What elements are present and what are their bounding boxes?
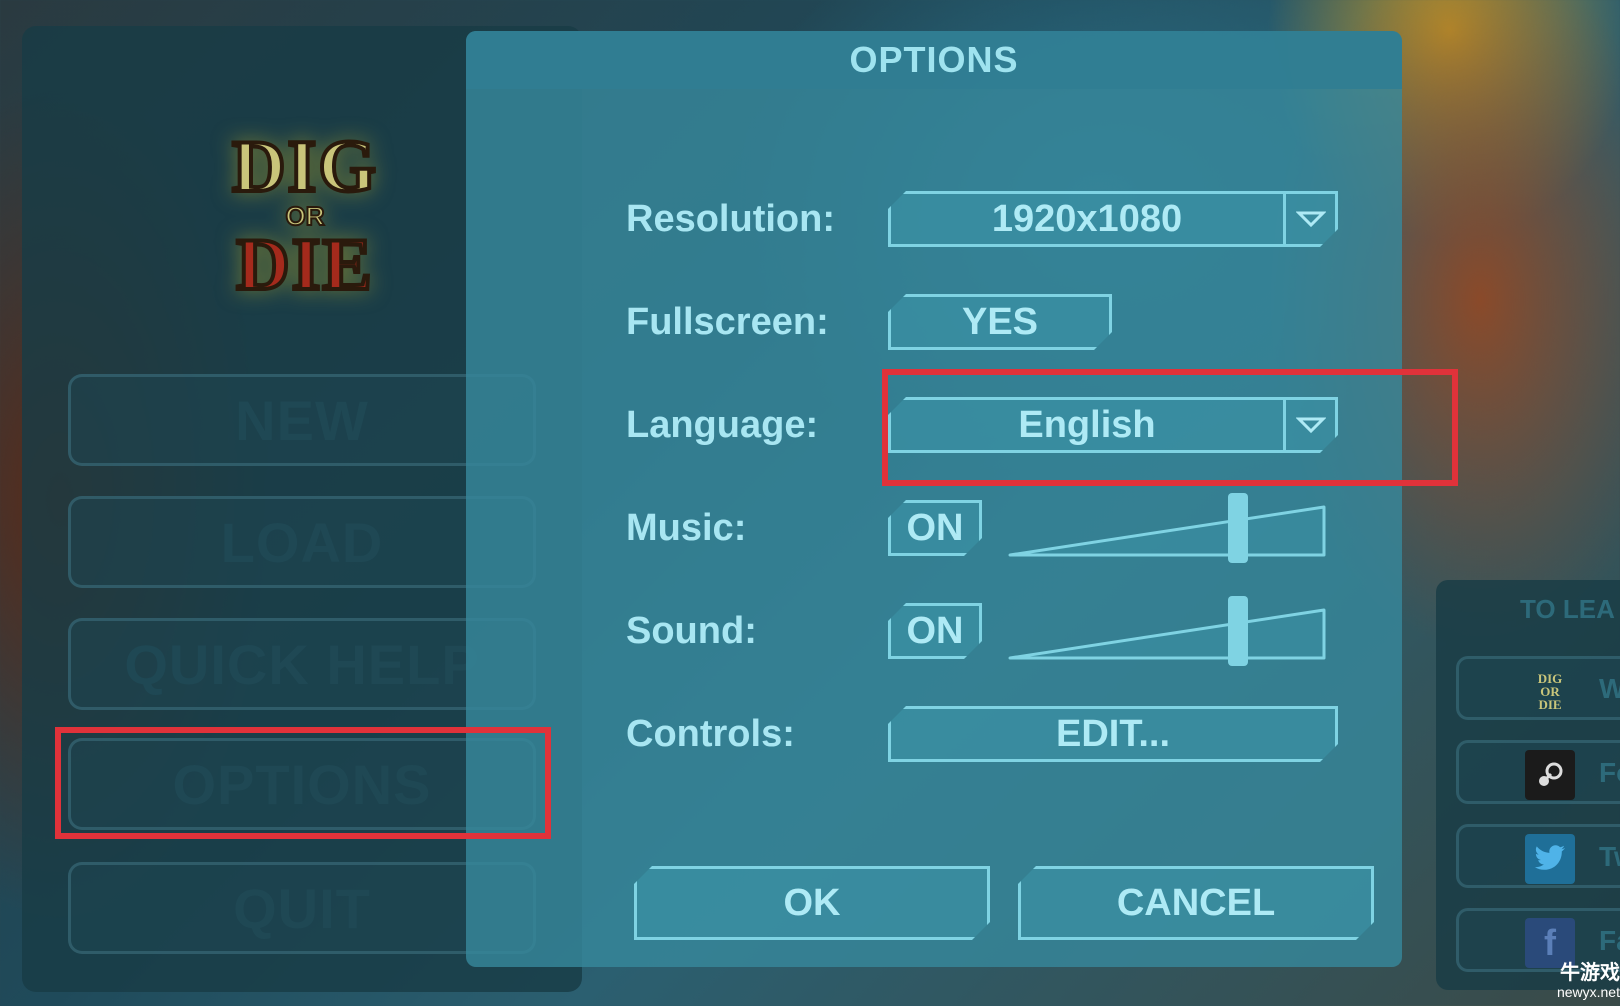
sound-volume-handle[interactable] (1228, 596, 1248, 666)
logo-line-die: DIE (234, 224, 374, 306)
steam-forum-link-text: Fo (1599, 757, 1620, 788)
edit-controls-button[interactable]: EDIT... (888, 706, 1338, 762)
sound-volume-slider[interactable] (1008, 596, 1328, 666)
music-toggle[interactable]: ON (888, 500, 982, 556)
resolution-value: 1920x1080 (991, 197, 1183, 240)
language-label: Language: (626, 403, 819, 446)
language-row-highlight (882, 369, 1458, 486)
watermark-line2: newyx.net (1556, 984, 1620, 1000)
fullscreen-label: Fullscreen: (626, 300, 829, 343)
logo-line-dig: DIG (230, 126, 378, 208)
options-menu-highlight (55, 727, 551, 839)
fullscreen-toggle[interactable]: YES (888, 294, 1112, 350)
sound-label: Sound: (626, 609, 757, 652)
cancel-button[interactable]: CANCEL (1018, 866, 1374, 940)
steam-icon (1525, 750, 1575, 800)
options-dialog: OPTIONS Resolution: 1920x1080 Fullscreen… (466, 31, 1402, 967)
dig-or-die-wiki-icon: DIG OR DIE (1537, 670, 1563, 712)
ok-button[interactable]: OK (634, 866, 990, 940)
music-label: Music: (626, 506, 747, 549)
controls-label: Controls: (626, 712, 795, 755)
twitter-link[interactable]: Tw (1456, 824, 1620, 888)
twitter-icon (1525, 834, 1575, 884)
dialog-title: OPTIONS (466, 31, 1402, 89)
music-volume-slider[interactable] (1008, 493, 1328, 563)
wiki-link-text: W (1599, 673, 1620, 705)
resolution-dropdown[interactable]: 1920x1080 (888, 191, 1338, 247)
community-links-title: TO LEA (1520, 594, 1615, 624)
site-watermark: 牛游戏 newyx.net (1498, 958, 1620, 1004)
game-logo: DIG OR DIE (205, 118, 405, 314)
twitter-link-text: Tw (1599, 841, 1620, 872)
community-links-panel: TO LEA DIGORDIE W Fo Tw f Fa (1436, 580, 1620, 990)
music-volume-handle[interactable] (1228, 493, 1248, 563)
watermark-line1: 牛游戏 (1560, 962, 1620, 984)
chevron-down-icon[interactable] (1283, 194, 1335, 244)
resolution-label: Resolution: (626, 197, 835, 240)
sound-toggle[interactable]: ON (888, 603, 982, 659)
steam-forum-link[interactable]: Fo (1456, 740, 1620, 804)
wiki-link[interactable]: DIGORDIE W (1456, 656, 1620, 720)
facebook-link-text: Fa (1599, 925, 1620, 956)
